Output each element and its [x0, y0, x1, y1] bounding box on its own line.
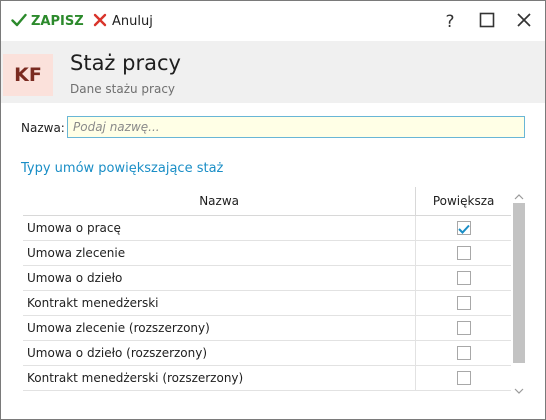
save-button[interactable]: ZAPISZ	[11, 11, 84, 31]
extends-cell	[416, 216, 511, 240]
x-icon	[93, 12, 107, 31]
scroll-down-button[interactable]	[513, 381, 525, 395]
close-icon	[516, 12, 532, 32]
save-label: ZAPISZ	[31, 13, 84, 29]
help-button[interactable]: ?	[439, 11, 461, 33]
page-title: Staż pracy	[70, 51, 181, 75]
scroll-up-button[interactable]	[513, 187, 525, 201]
contract-type-name: Umowa o dzieło	[23, 266, 417, 290]
extends-checkbox[interactable]	[456, 271, 471, 285]
contract-type-name: Kontrakt menedżerski (rozszerzony)	[23, 366, 417, 390]
column-header-name[interactable]: Nazwa	[23, 187, 417, 215]
extends-cell	[416, 366, 511, 390]
extends-cell	[416, 341, 511, 365]
maximize-icon	[479, 12, 495, 32]
extends-checkbox[interactable]	[456, 371, 471, 385]
check-icon	[11, 12, 27, 31]
extends-cell	[416, 266, 511, 290]
extends-checkbox[interactable]	[456, 296, 471, 310]
contract-type-name: Kontrakt menedżerski	[23, 291, 417, 315]
page-subtitle: Dane stażu pracy	[70, 82, 176, 96]
close-button[interactable]	[513, 11, 535, 33]
extends-checkbox[interactable]	[456, 321, 471, 335]
table-row[interactable]: Umowa zlecenie (rozszerzony)	[23, 316, 511, 341]
contract-type-name: Umowa zlecenie	[23, 241, 417, 265]
contract-type-name: Umowa o dzieło (rozszerzony)	[23, 341, 417, 365]
extends-cell	[416, 291, 511, 315]
section-title: Typy umów powiększające staż	[21, 161, 224, 176]
cancel-label: Anuluj	[112, 13, 153, 29]
table-row[interactable]: Umowa o dzieło (rozszerzony)	[23, 341, 511, 366]
header: KF Staż pracy Dane stażu pracy	[1, 41, 545, 103]
table-row[interactable]: Kontrakt menedżerski	[23, 291, 511, 316]
scrollbar[interactable]	[513, 187, 525, 397]
toolbar: ZAPISZ Anuluj ?	[1, 1, 545, 41]
extends-checkbox[interactable]	[456, 346, 471, 360]
extends-cell	[416, 316, 511, 340]
table-body: Umowa o pracę Umowa zlecenie Umowa o dzieł…	[23, 216, 511, 391]
contract-types-table: Nazwa Powiększa Umowa o pracę Umowa zlece…	[23, 187, 511, 391]
maximize-button[interactable]	[476, 11, 498, 33]
extends-checkbox[interactable]	[456, 246, 471, 260]
checkmark-icon	[457, 219, 470, 238]
scrollbar-thumb[interactable]	[513, 203, 525, 363]
contract-type-name: Umowa o pracę	[23, 216, 417, 240]
column-header-extends[interactable]: Powiększa	[416, 187, 511, 215]
cancel-button[interactable]: Anuluj	[93, 11, 153, 31]
table-row[interactable]: Umowa zlecenie	[23, 241, 511, 266]
contract-type-name: Umowa zlecenie (rozszerzony)	[23, 316, 417, 340]
table-row[interactable]: Kontrakt menedżerski (rozszerzony)	[23, 366, 511, 391]
extends-checkbox[interactable]	[456, 219, 471, 238]
question-icon: ?	[445, 12, 455, 32]
name-label: Nazwa:	[21, 121, 65, 135]
table-row[interactable]: Umowa o dzieło	[23, 266, 511, 291]
name-input[interactable]	[67, 116, 525, 138]
avatar: KF	[3, 54, 53, 96]
extends-cell	[416, 241, 511, 265]
dialog-window: ZAPISZ Anuluj ? KF Staż pracy Dane stażu…	[0, 0, 546, 420]
chevron-down-icon	[514, 379, 524, 398]
chevron-up-icon	[514, 185, 524, 204]
table-header: Nazwa Powiększa	[23, 187, 511, 216]
table-row[interactable]: Umowa o pracę	[23, 216, 511, 241]
